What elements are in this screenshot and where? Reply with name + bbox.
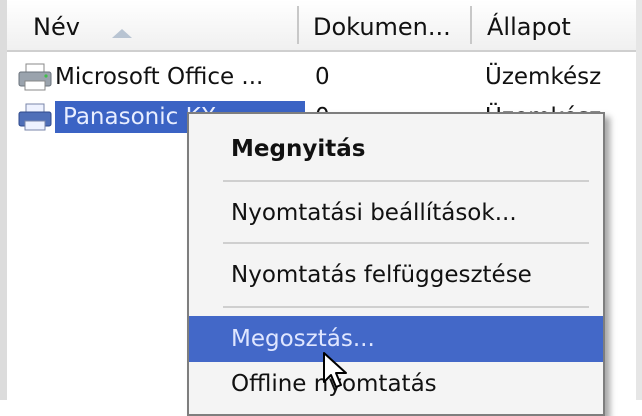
printer-row[interactable]: Microsoft Office ... 0 Üzemkész [7, 60, 636, 94]
printer-name: Microsoft Office ... [55, 64, 264, 90]
shared-printer-icon [18, 103, 52, 131]
menu-item-sharing[interactable]: Megosztás... [189, 316, 603, 362]
menu-separator [223, 242, 589, 244]
column-header-name-label: Név [33, 13, 80, 41]
context-menu: Megnyitás Nyomtatási beállítások... Nyom… [187, 112, 605, 416]
column-divider[interactable] [297, 6, 299, 44]
menu-item-sharing-label: Megosztás... [231, 326, 375, 352]
menu-item-open-label: Megnyitás [231, 136, 366, 162]
menu-item-pause-printing[interactable]: Nyomtatás felfüggesztése [189, 248, 603, 302]
list-header: Név Dokumen... Állapot [7, 0, 636, 52]
menu-item-open[interactable]: Megnyitás [189, 122, 603, 176]
printer-documents: 0 [315, 64, 330, 90]
menu-separator [223, 306, 589, 308]
column-header-documents[interactable]: Dokumen... [313, 0, 451, 50]
column-header-name[interactable]: Név [33, 0, 80, 50]
column-header-status-label: Állapot [487, 13, 571, 41]
menu-item-printing-preferences[interactable]: Nyomtatási beállítások... [189, 186, 603, 240]
sort-ascending-icon [112, 29, 132, 38]
menu-item-use-offline[interactable]: Offline nyomtatás [189, 362, 603, 406]
menu-separator [223, 180, 589, 182]
printer-status: Üzemkész [485, 64, 602, 90]
menu-item-pause-printing-label: Nyomtatás felfüggesztése [231, 262, 532, 288]
mouse-pointer-icon [323, 352, 347, 388]
printer-icon [18, 63, 52, 91]
column-header-documents-label: Dokumen... [313, 13, 451, 41]
column-divider[interactable] [470, 6, 472, 44]
menu-item-printing-preferences-label: Nyomtatási beállítások... [231, 200, 517, 226]
window-border [0, 0, 7, 400]
column-header-status[interactable]: Állapot [487, 0, 571, 50]
